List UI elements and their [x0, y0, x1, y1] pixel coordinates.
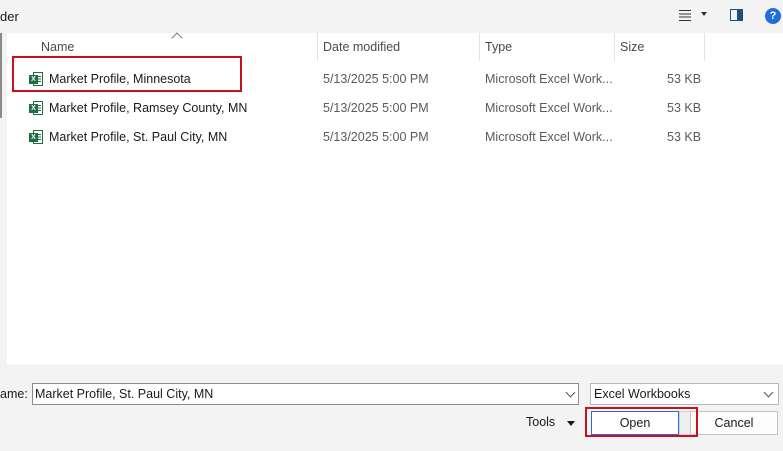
file-size: 53 KB	[667, 72, 702, 86]
highlight-box-open	[585, 407, 698, 437]
view-list-icon	[679, 10, 691, 21]
file-date: 5/13/2025 5:00 PM	[323, 130, 429, 144]
table-row[interactable]: X Market Profile, St. Paul City, MN 5/13…	[7, 123, 783, 152]
highlight-box-file	[12, 56, 242, 92]
column-divider[interactable]	[614, 33, 615, 61]
filetype-select[interactable]: Excel Workbooks	[590, 383, 779, 405]
file-name[interactable]: Market Profile, Ramsey County, MN	[49, 94, 247, 123]
navigation-pane-edge	[0, 33, 7, 365]
table-row[interactable]: X Market Profile, Ramsey County, MN 5/13…	[7, 94, 783, 123]
file-date: 5/13/2025 5:00 PM	[323, 101, 429, 115]
chevron-down-icon[interactable]	[565, 387, 576, 398]
file-size: 53 KB	[667, 130, 702, 144]
breadcrumb[interactable]: der	[0, 9, 19, 24]
cancel-button[interactable]: Cancel	[690, 411, 778, 435]
column-header-size[interactable]: Size	[620, 33, 644, 61]
column-header-type[interactable]: Type	[485, 33, 512, 61]
tools-menu-button[interactable]: Tools	[526, 415, 555, 429]
column-divider[interactable]	[479, 33, 480, 61]
column-divider[interactable]	[704, 33, 705, 61]
view-menu-button[interactable]	[679, 8, 709, 26]
column-header-date[interactable]: Date modified	[323, 33, 400, 61]
preview-pane-icon[interactable]	[730, 9, 743, 21]
chevron-down-icon	[701, 12, 707, 16]
help-icon[interactable]: ?	[765, 8, 781, 24]
file-size: 53 KB	[667, 101, 702, 115]
filename-label: ame:	[0, 387, 28, 401]
excel-file-icon: X	[29, 130, 43, 145]
sort-ascending-icon	[171, 32, 183, 44]
file-type: Microsoft Excel Work...	[485, 130, 613, 144]
filename-input[interactable]	[35, 385, 555, 403]
toolbar: der ?	[0, 0, 783, 33]
file-name[interactable]: Market Profile, St. Paul City, MN	[49, 123, 227, 152]
filename-combobox[interactable]	[32, 383, 579, 405]
chevron-down-icon	[763, 387, 774, 398]
file-date: 5/13/2025 5:00 PM	[323, 72, 429, 86]
file-type: Microsoft Excel Work...	[485, 101, 613, 115]
excel-file-icon: X	[29, 101, 43, 116]
file-type: Microsoft Excel Work...	[485, 72, 613, 86]
filetype-value: Excel Workbooks	[594, 387, 691, 401]
caret-down-icon[interactable]	[567, 421, 575, 426]
column-divider[interactable]	[317, 33, 318, 61]
